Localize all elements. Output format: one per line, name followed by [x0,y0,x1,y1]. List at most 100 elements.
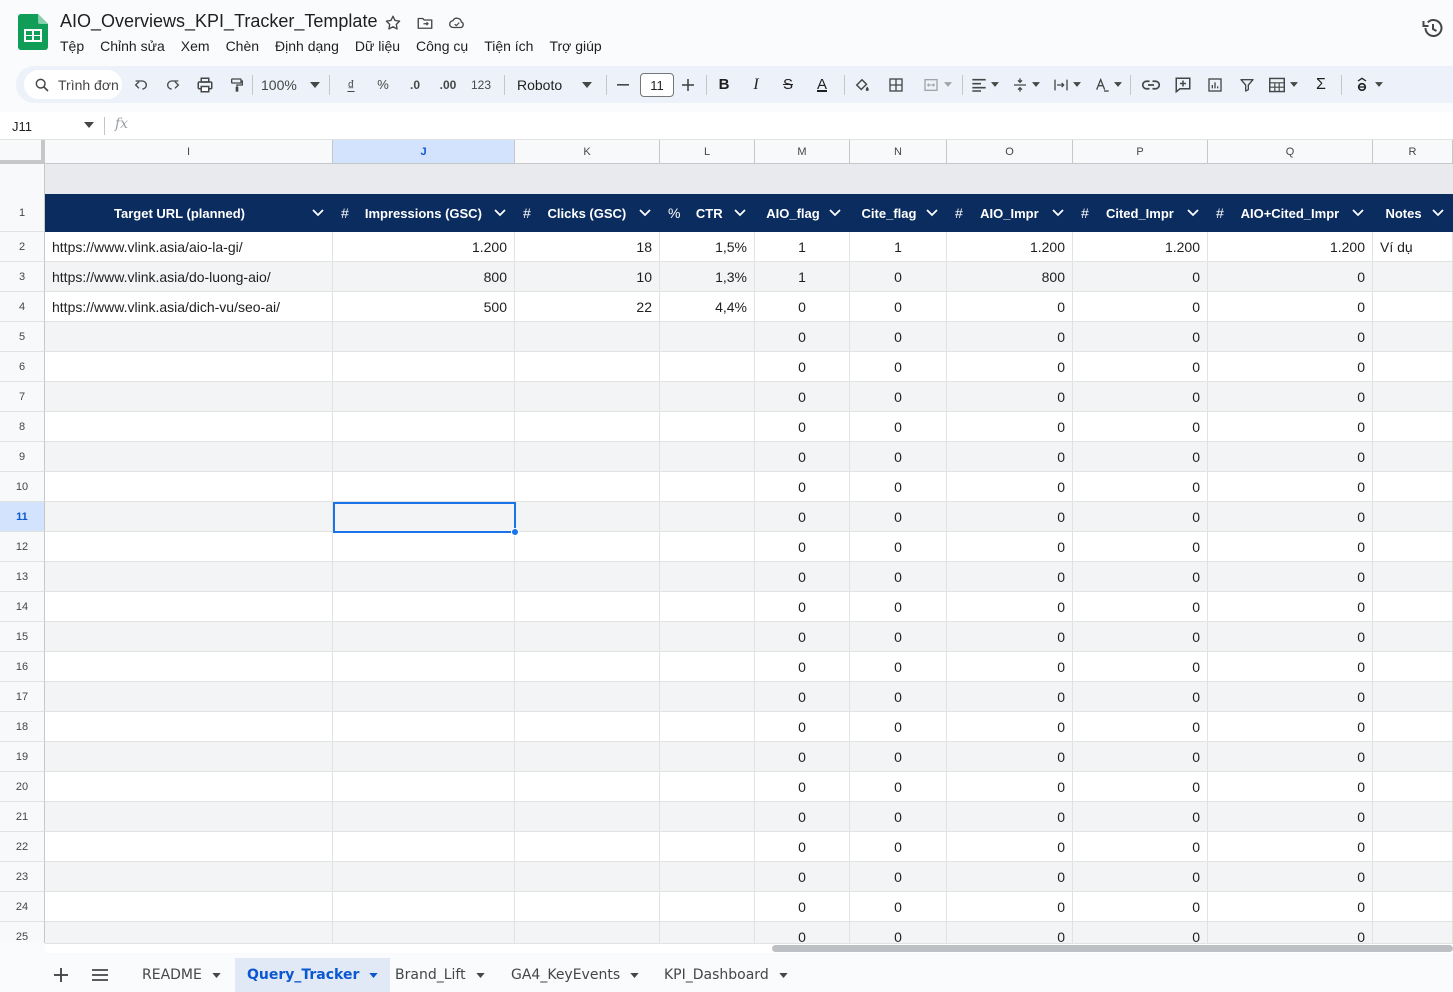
cell-m16[interactable]: 0 [755,652,850,682]
cell-k6[interactable] [515,352,660,382]
document-title[interactable]: AIO_Overviews_KPI_Tracker_Template [60,11,377,32]
cell-i24[interactable] [45,892,333,922]
menu-item-4[interactable]: Định dạng [267,36,347,56]
cell-p22[interactable]: 0 [1073,832,1208,862]
chevron-down-icon[interactable] [369,972,379,978]
cell-p5[interactable]: 0 [1073,322,1208,352]
cell-q17[interactable]: 0 [1208,682,1373,712]
cell-m6[interactable]: 0 [755,352,850,382]
column-header-q[interactable]: Q [1208,140,1373,164]
column-header-p[interactable]: P [1073,140,1208,164]
row-header[interactable]: 11 [0,502,45,532]
fill-color-button[interactable] [851,66,873,103]
cell-k14[interactable] [515,592,660,622]
italic-button[interactable]: I [746,66,766,103]
cell-r11[interactable] [1373,502,1453,532]
cell-o25[interactable]: 0 [947,922,1073,943]
cell-p8[interactable]: 0 [1073,412,1208,442]
menu-item-2[interactable]: Xem [173,36,218,56]
cell-m9[interactable]: 0 [755,442,850,472]
cell-k7[interactable] [515,382,660,412]
cell-i5[interactable] [45,322,333,352]
chevron-down-icon[interactable] [1187,209,1199,217]
chevron-down-icon[interactable] [475,972,485,978]
cell-i22[interactable] [45,832,333,862]
cell-q24[interactable]: 0 [1208,892,1373,922]
cell-k18[interactable] [515,712,660,742]
create-filter-button[interactable] [1236,66,1258,103]
cell-r18[interactable] [1373,712,1453,742]
cell-n23[interactable]: 0 [850,862,947,892]
row-header[interactable]: 10 [0,472,45,502]
column-header-l[interactable]: L [660,140,755,164]
chevron-down-icon[interactable] [1432,209,1444,217]
cell-r24[interactable] [1373,892,1453,922]
cell-j8[interactable] [333,412,515,442]
cell-r12[interactable] [1373,532,1453,562]
cell-p10[interactable]: 0 [1073,472,1208,502]
cell-m23[interactable]: 0 [755,862,850,892]
cell-l3[interactable]: 1,3% [660,262,755,292]
row-header[interactable]: 4 [0,292,45,322]
cell-o9[interactable]: 0 [947,442,1073,472]
cell-j10[interactable] [333,472,515,502]
cell-p23[interactable]: 0 [1073,862,1208,892]
cell-l2[interactable]: 1,5% [660,232,755,262]
cell-l19[interactable] [660,742,755,772]
table-header-m[interactable]: AIO_flag [755,194,850,232]
cell-r4[interactable] [1373,292,1453,322]
table-header-j[interactable]: # Impressions (GSC) [333,194,515,232]
cell-l18[interactable] [660,712,755,742]
text-color-button[interactable]: A [810,66,834,103]
cell-o10[interactable]: 0 [947,472,1073,502]
cell-p11[interactable]: 0 [1073,502,1208,532]
cell-r17[interactable] [1373,682,1453,712]
menu-item-3[interactable]: Chèn [218,36,267,56]
cell-m19[interactable]: 0 [755,742,850,772]
select-all-corner[interactable] [0,140,45,164]
cell-i9[interactable] [45,442,333,472]
table-header-l[interactable]: % CTR [660,194,755,232]
undo-button[interactable] [130,66,152,103]
sheet-tab-readme[interactable]: README [130,958,233,992]
print-button[interactable] [194,66,216,103]
cell-r2[interactable]: Ví dụ [1373,232,1453,262]
cell-r5[interactable] [1373,322,1453,352]
cell-i25[interactable] [45,922,333,943]
cell-o19[interactable]: 0 [947,742,1073,772]
cell-r6[interactable] [1373,352,1453,382]
cell-j14[interactable] [333,592,515,622]
cell-q18[interactable]: 0 [1208,712,1373,742]
cell-i2[interactable]: https://www.vlink.asia/aio-la-gi/ [45,232,333,262]
cell-l10[interactable] [660,472,755,502]
cell-l25[interactable] [660,922,755,943]
cell-i20[interactable] [45,772,333,802]
cell-o18[interactable]: 0 [947,712,1073,742]
decrease-decimal-button[interactable]: .0 [403,66,427,103]
cell-r10[interactable] [1373,472,1453,502]
functions-button[interactable]: Σ [1310,66,1332,103]
row-header[interactable]: 14 [0,592,45,622]
cell-n13[interactable]: 0 [850,562,947,592]
row-header[interactable]: 13 [0,562,45,592]
column-header-n[interactable]: N [850,140,947,164]
cell-o20[interactable]: 0 [947,772,1073,802]
cell-o8[interactable]: 0 [947,412,1073,442]
cell-q16[interactable]: 0 [1208,652,1373,682]
cell-n2[interactable]: 1 [850,232,947,262]
cell-i19[interactable] [45,742,333,772]
cell-l22[interactable] [660,832,755,862]
cell-q6[interactable]: 0 [1208,352,1373,382]
cell-k25[interactable] [515,922,660,943]
cell-k19[interactable] [515,742,660,772]
cell-p6[interactable]: 0 [1073,352,1208,382]
cell-m25[interactable]: 0 [755,922,850,943]
cell-i21[interactable] [45,802,333,832]
column-header-r[interactable]: R [1373,140,1453,164]
star-icon[interactable] [383,13,403,33]
cell-l23[interactable] [660,862,755,892]
cell-k3[interactable]: 10 [515,262,660,292]
cell-q10[interactable]: 0 [1208,472,1373,502]
row-header[interactable]: 2 [0,232,45,262]
cell-q14[interactable]: 0 [1208,592,1373,622]
